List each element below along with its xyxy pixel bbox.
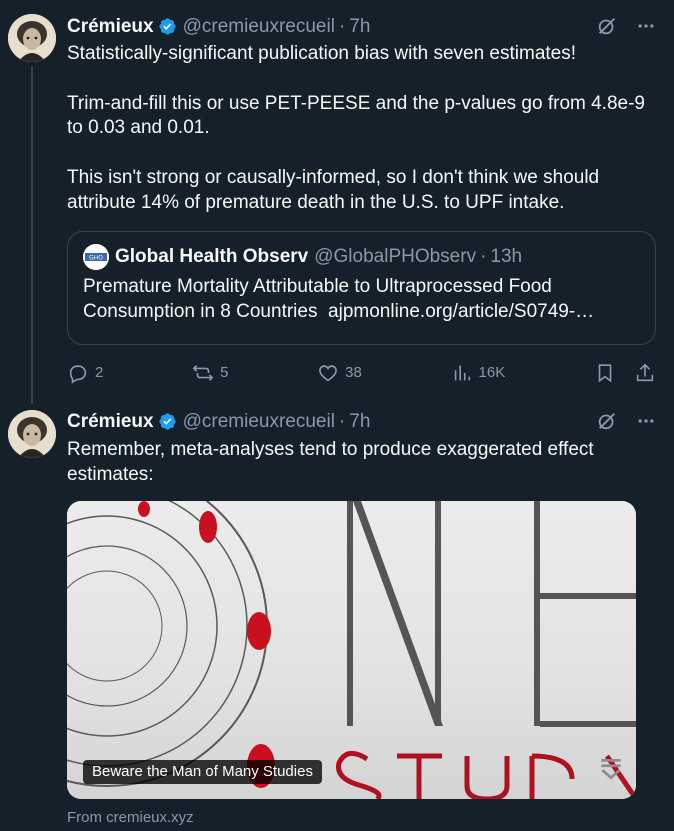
like-count: 38	[345, 364, 362, 382]
repost-icon	[192, 364, 214, 381]
bookmark-icon	[598, 363, 612, 383]
avatar[interactable]	[8, 14, 56, 62]
separator-dot: ·	[338, 15, 346, 37]
views-icon	[454, 365, 470, 380]
more-icon[interactable]	[636, 16, 656, 36]
separator-dot: ·	[338, 410, 346, 432]
author-name[interactable]: Crémieux	[67, 409, 154, 434]
repost-button[interactable]: 5	[192, 360, 228, 385]
verified-badge-icon	[158, 412, 177, 431]
like-button[interactable]: 38	[317, 360, 362, 385]
tweet[interactable]: Crémieux @cremieuxrecueil · 7h Statistic…	[0, 0, 674, 404]
share-icon	[636, 363, 654, 381]
reply-count: 2	[95, 364, 104, 382]
grok-icon[interactable]	[596, 410, 618, 432]
action-bar: 2 5 38 16K	[67, 361, 656, 385]
quote-text: Premature Mortality Attributable to Ultr…	[83, 274, 640, 324]
tweet[interactable]: Crémieux @cremieuxrecueil · 7h Remember,…	[0, 398, 674, 831]
tweet-header: Crémieux @cremieuxrecueil · 7h	[67, 409, 656, 433]
verified-badge-icon	[158, 17, 177, 36]
thread-line	[31, 66, 33, 404]
article-icon	[598, 756, 624, 789]
card-source[interactable]: From cremieux.xyz	[67, 805, 656, 830]
grok-icon[interactable]	[596, 15, 618, 37]
quote-author-name[interactable]: Global Health Observ	[115, 244, 308, 269]
share-button[interactable]	[634, 362, 656, 384]
views-count: 16K	[478, 364, 506, 382]
repost-count: 5	[220, 364, 229, 382]
avatar[interactable]	[8, 410, 56, 458]
svg-text:GHO: GHO	[89, 254, 103, 261]
views-button[interactable]: 16K	[451, 360, 506, 385]
timestamp[interactable]: 7h	[349, 14, 370, 39]
quote-link[interactable]: ajpmonline.org/article/S0749-…	[328, 301, 594, 322]
reply-icon	[69, 364, 87, 384]
tweet-header: Crémieux @cremieuxrecueil · 7h	[67, 14, 656, 38]
author-handle[interactable]: @cremieuxrecueil	[183, 14, 335, 39]
timestamp[interactable]: 7h	[349, 409, 370, 434]
quote-avatar[interactable]: GHO	[83, 243, 109, 270]
link-card[interactable]: Beware the Man of Many Studies	[67, 501, 636, 799]
separator-dot: ·	[480, 246, 487, 268]
like-icon	[319, 364, 337, 381]
reply-button[interactable]: 2	[67, 360, 103, 385]
quote-author-handle[interactable]: @GlobalPHObserv	[314, 244, 476, 269]
bookmark-button[interactable]	[594, 362, 616, 384]
tweet-text: Statistically-significant publication bi…	[67, 43, 645, 213]
quote-timestamp[interactable]: 13h	[490, 244, 522, 269]
author-name[interactable]: Crémieux	[67, 14, 154, 39]
quote-tweet[interactable]: GHO Global Health Observ @GlobalPHObserv…	[67, 230, 656, 345]
card-title: Beware the Man of Many Studies	[83, 760, 322, 784]
author-handle[interactable]: @cremieuxrecueil	[183, 409, 335, 434]
more-icon[interactable]	[636, 411, 656, 431]
tweet-text: Remember, meta-analyses tend to produce …	[67, 439, 599, 485]
card-image	[67, 501, 636, 799]
